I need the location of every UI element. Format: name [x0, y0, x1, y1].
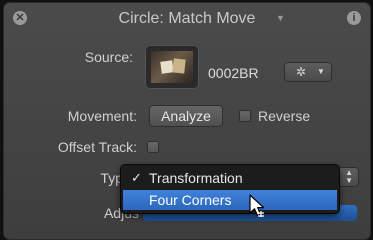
inspector-panel: ✕ Circle: Match Move ▼ i Source: 0002BR …	[3, 2, 371, 240]
source-clip-name: 0002BR	[208, 65, 259, 81]
title-bar: ✕ Circle: Match Move ▼ i	[3, 2, 371, 34]
offset-track-label: Offset Track:	[57, 139, 137, 155]
menu-item-label: Four Corners	[149, 192, 232, 208]
thumbnail-object	[172, 58, 186, 74]
source-well[interactable]	[145, 45, 199, 89]
checkmark-icon: ✓	[131, 170, 142, 185]
menu-item-label: Transformation	[149, 170, 243, 186]
info-icon[interactable]: i	[347, 11, 361, 25]
window-title: Circle: Match Move	[118, 10, 256, 27]
gear-menu-button[interactable]: ✲ ▼	[284, 62, 332, 82]
pointer-cursor-icon	[249, 194, 265, 217]
source-label: Source:	[84, 49, 133, 65]
reverse-checkbox[interactable]	[239, 110, 251, 122]
updown-arrows-icon: ▲ ▼	[345, 168, 353, 185]
chevron-down-icon: ▼	[317, 67, 325, 76]
analyze-button[interactable]: Analyze	[149, 105, 223, 127]
menu-item-transformation[interactable]: ✓ Transformation	[123, 168, 337, 188]
source-thumbnail	[151, 51, 193, 83]
menu-item-four-corners[interactable]: Four Corners	[123, 190, 337, 210]
movement-label: Movement:	[67, 108, 137, 124]
gear-icon: ✲	[296, 65, 307, 79]
chevron-down-icon[interactable]: ▼	[276, 13, 285, 23]
type-label: Typ	[100, 170, 123, 186]
offset-track-checkbox[interactable]	[147, 141, 159, 153]
type-dropdown-menu: ✓ Transformation Four Corners	[121, 165, 339, 213]
reverse-label: Reverse	[258, 108, 311, 124]
